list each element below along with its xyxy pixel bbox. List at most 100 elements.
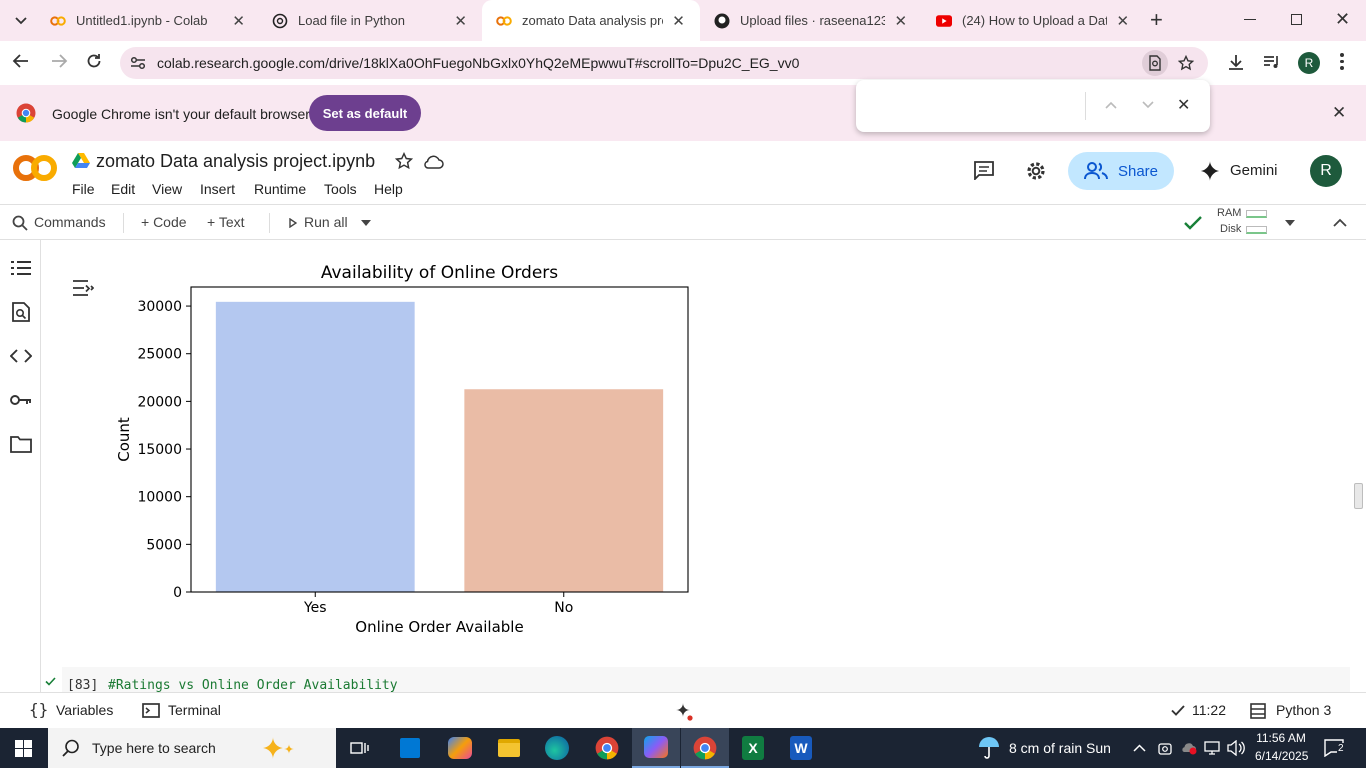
profile-avatar[interactable]: R <box>1298 52 1320 74</box>
excel-icon[interactable]: X <box>742 736 764 760</box>
taskbar-search[interactable]: Type here to search <box>48 728 336 768</box>
add-code-button[interactable]: + Code <box>141 214 187 230</box>
menu-file[interactable]: File <box>72 181 95 197</box>
close-icon[interactable]: ✕ <box>1115 12 1130 30</box>
menu-help[interactable]: Help <box>374 181 403 197</box>
tab-search-button[interactable] <box>8 8 34 34</box>
run-all-button[interactable]: Run all <box>304 214 348 230</box>
table-of-contents-icon[interactable] <box>11 260 31 276</box>
microsoft-store-icon[interactable] <box>400 738 420 758</box>
add-text-button[interactable]: + Text <box>207 214 245 230</box>
new-tab-button[interactable]: + <box>1150 7 1163 33</box>
window-close-button[interactable]: ✕ <box>1335 9 1350 30</box>
windows-taskbar: Type here to search X W 8 cm of rain Sun… <box>0 728 1366 768</box>
variables-button[interactable]: Variables <box>56 702 113 718</box>
disk-label: Disk <box>1220 223 1242 235</box>
browser-tab[interactable]: (24) How to Upload a Data A ✕ <box>922 0 1144 41</box>
weather-text[interactable]: 8 cm of rain Sun <box>1009 740 1111 756</box>
browser-tab[interactable]: Load file in Python ✕ <box>258 0 482 41</box>
resources-dropdown-icon[interactable] <box>1285 220 1295 226</box>
browser-tab-active[interactable]: zomato Data analysis projec ✕ <box>482 0 700 41</box>
menu-tools[interactable]: Tools <box>324 181 357 197</box>
rain-weather-icon <box>979 737 999 759</box>
star-icon[interactable] <box>395 152 413 170</box>
menu-insert[interactable]: Insert <box>200 181 235 197</box>
collapse-header-icon[interactable] <box>1333 218 1347 227</box>
key-icon[interactable] <box>10 394 32 406</box>
output-actions-icon[interactable] <box>72 279 94 297</box>
close-infobar-button[interactable]: ✕ <box>1332 103 1346 123</box>
user-avatar[interactable]: R <box>1310 155 1342 187</box>
browser-tab[interactable]: Untitled1.ipynb - Colab ✕ <box>36 0 260 41</box>
reload-button[interactable] <box>85 52 103 70</box>
cell-code-comment[interactable]: #Ratings vs Online Order Availability <box>108 678 398 692</box>
menu-view[interactable]: View <box>152 181 182 197</box>
sparkle-icon[interactable] <box>676 703 694 721</box>
bookmark-star-icon[interactable] <box>1178 55 1194 71</box>
youtube-icon <box>936 14 952 27</box>
colab-toolbar: Commands + Code + Text Run all RAM Disk <box>0 204 1366 240</box>
close-icon[interactable]: ✕ <box>671 12 686 30</box>
set-default-button[interactable]: Set as default <box>309 95 421 131</box>
close-icon[interactable]: ✕ <box>453 12 468 30</box>
site-info-icon[interactable] <box>130 56 146 70</box>
clock-time[interactable]: 11:56 AM <box>1255 731 1307 745</box>
download-icon[interactable] <box>1227 53 1245 71</box>
back-button[interactable] <box>12 52 30 70</box>
forward-button[interactable] <box>50 52 68 70</box>
colab-icon <box>50 15 66 26</box>
commands-button[interactable]: Commands <box>34 214 106 230</box>
windows-start-icon[interactable] <box>15 740 32 757</box>
find-input[interactable] <box>868 92 1078 120</box>
y-tick-label: 0 <box>173 585 182 601</box>
chrome-active-taskbar-tile[interactable] <box>681 728 729 768</box>
ram-label: RAM <box>1217 207 1242 219</box>
runtime-label[interactable]: Python 3 <box>1276 702 1331 718</box>
folder-icon[interactable] <box>10 436 32 453</box>
share-button[interactable]: Share <box>1068 152 1174 190</box>
notebook-content: Availability of Online Orders 0 5000 10000 1… <box>41 240 1366 692</box>
y-tick-label: 15000 <box>137 442 182 458</box>
task-view-icon[interactable] <box>350 740 370 757</box>
exec-time[interactable]: 11:22 <box>1192 702 1226 718</box>
menu-runtime[interactable]: Runtime <box>254 181 306 197</box>
comment-icon[interactable] <box>973 160 995 180</box>
tab-title: (24) How to Upload a Data A <box>962 13 1108 28</box>
gear-icon[interactable] <box>1025 160 1047 182</box>
code-snippets-icon[interactable] <box>10 349 32 363</box>
minimize-button[interactable] <box>1244 19 1256 20</box>
chevron-up-icon[interactable] <box>1133 744 1146 752</box>
close-find-button[interactable]: ✕ <box>1177 95 1190 115</box>
clock-date[interactable]: 6/14/2025 <box>1255 749 1308 763</box>
menu-edit[interactable]: Edit <box>111 181 135 197</box>
gemini-button[interactable]: Gemini <box>1230 162 1278 179</box>
close-icon[interactable]: ✕ <box>893 12 908 30</box>
chevron-up-icon[interactable] <box>1105 101 1117 109</box>
colab-header: zomato Data analysis project.ipynb File … <box>0 141 1366 204</box>
close-icon[interactable]: ✕ <box>231 12 246 30</box>
word-icon[interactable]: W <box>790 736 812 760</box>
chrome-taskbar-icon[interactable] <box>595 736 619 760</box>
m365-taskbar-tile[interactable] <box>632 728 680 768</box>
restore-button[interactable] <box>1291 14 1302 25</box>
colab-logo-icon[interactable] <box>12 153 58 183</box>
browser-menu-button[interactable] <box>1340 53 1344 70</box>
tab-title: Upload files · raseena123-a/ <box>740 13 886 28</box>
media-control-icon[interactable] <box>1263 54 1281 70</box>
copilot-app-icon[interactable] <box>448 737 472 759</box>
browser-tab[interactable]: Upload files · raseena123-a/ ✕ <box>700 0 922 41</box>
page-action-icon[interactable] <box>1142 50 1168 76</box>
colab-status-bar: {} Variables Terminal 11:22 Python 3 <box>0 692 1366 728</box>
y-axis-label: Count <box>115 417 133 462</box>
url-text[interactable]: colab.research.google.com/drive/18klXa0O… <box>157 55 799 71</box>
scrollbar-thumb[interactable] <box>1354 483 1363 509</box>
y-tick-label: 10000 <box>137 490 182 506</box>
notebook-title[interactable]: zomato Data analysis project.ipynb <box>96 151 375 172</box>
address-bar[interactable]: colab.research.google.com/drive/18klXa0O… <box>120 47 1208 79</box>
caret-down-icon[interactable] <box>361 220 371 226</box>
file-explorer-icon[interactable] <box>498 739 520 757</box>
edge-icon[interactable] <box>545 736 569 760</box>
find-replace-icon[interactable] <box>12 302 30 322</box>
chevron-down-icon[interactable] <box>1142 101 1154 109</box>
terminal-button[interactable]: Terminal <box>168 702 221 718</box>
